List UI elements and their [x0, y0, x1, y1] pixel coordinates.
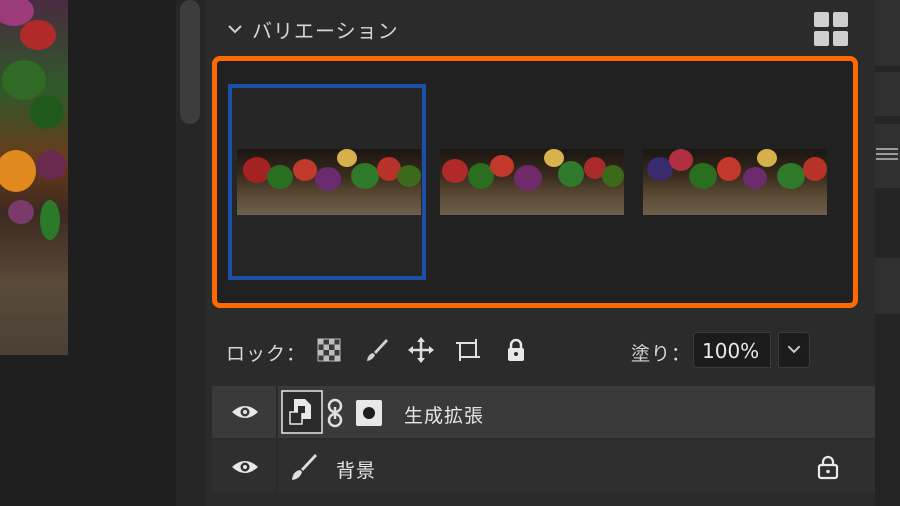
layer-link-icon[interactable] — [326, 398, 344, 428]
fill-dropdown-button[interactable] — [778, 332, 810, 368]
layer-mask-thumbnail-icon[interactable] — [356, 400, 382, 426]
panel-scrollbar-thumb[interactable] — [180, 0, 200, 124]
panel-dock-rail — [875, 0, 900, 506]
lock-transparent-pixels-icon[interactable] — [315, 336, 343, 364]
lock-artboard-icon[interactable] — [454, 336, 482, 364]
variations-header[interactable]: バリエーション — [226, 14, 399, 44]
chevron-down-icon — [787, 345, 801, 354]
layer-name[interactable]: 背景 — [336, 456, 376, 483]
workspace-gutter — [68, 0, 176, 506]
lock-position-icon[interactable] — [407, 336, 435, 364]
variation-image — [237, 149, 421, 215]
grid-view-icon[interactable] — [814, 12, 848, 46]
canvas-image-preview — [0, 0, 68, 355]
visibility-eye-icon[interactable] — [231, 458, 259, 476]
smart-object-thumbnail-icon[interactable] — [281, 390, 323, 434]
variation-image — [643, 149, 827, 215]
lock-image-pixels-icon[interactable] — [362, 336, 390, 364]
layer-name[interactable]: 生成拡張 — [404, 401, 484, 428]
lock-label: ロック： — [226, 343, 307, 365]
layers-lock-toolbar — [212, 318, 875, 378]
variation-thumbnail-selected[interactable] — [228, 84, 426, 280]
lock-all-icon[interactable] — [502, 336, 530, 364]
visibility-eye-icon[interactable] — [231, 403, 259, 421]
panel-menu-icon[interactable] — [876, 148, 898, 164]
layer-divider — [276, 386, 278, 438]
variations-title: バリエーション — [252, 18, 399, 43]
layer-lock-icon[interactable] — [816, 454, 840, 480]
layer-divider — [276, 440, 278, 492]
brush-icon — [292, 454, 317, 480]
canvas-background — [0, 355, 68, 506]
fill-opacity-input[interactable]: 100% — [693, 332, 771, 368]
fill-label: 塗り： — [631, 343, 692, 365]
chevron-down-icon[interactable] — [226, 20, 244, 38]
variation-image — [440, 149, 624, 215]
